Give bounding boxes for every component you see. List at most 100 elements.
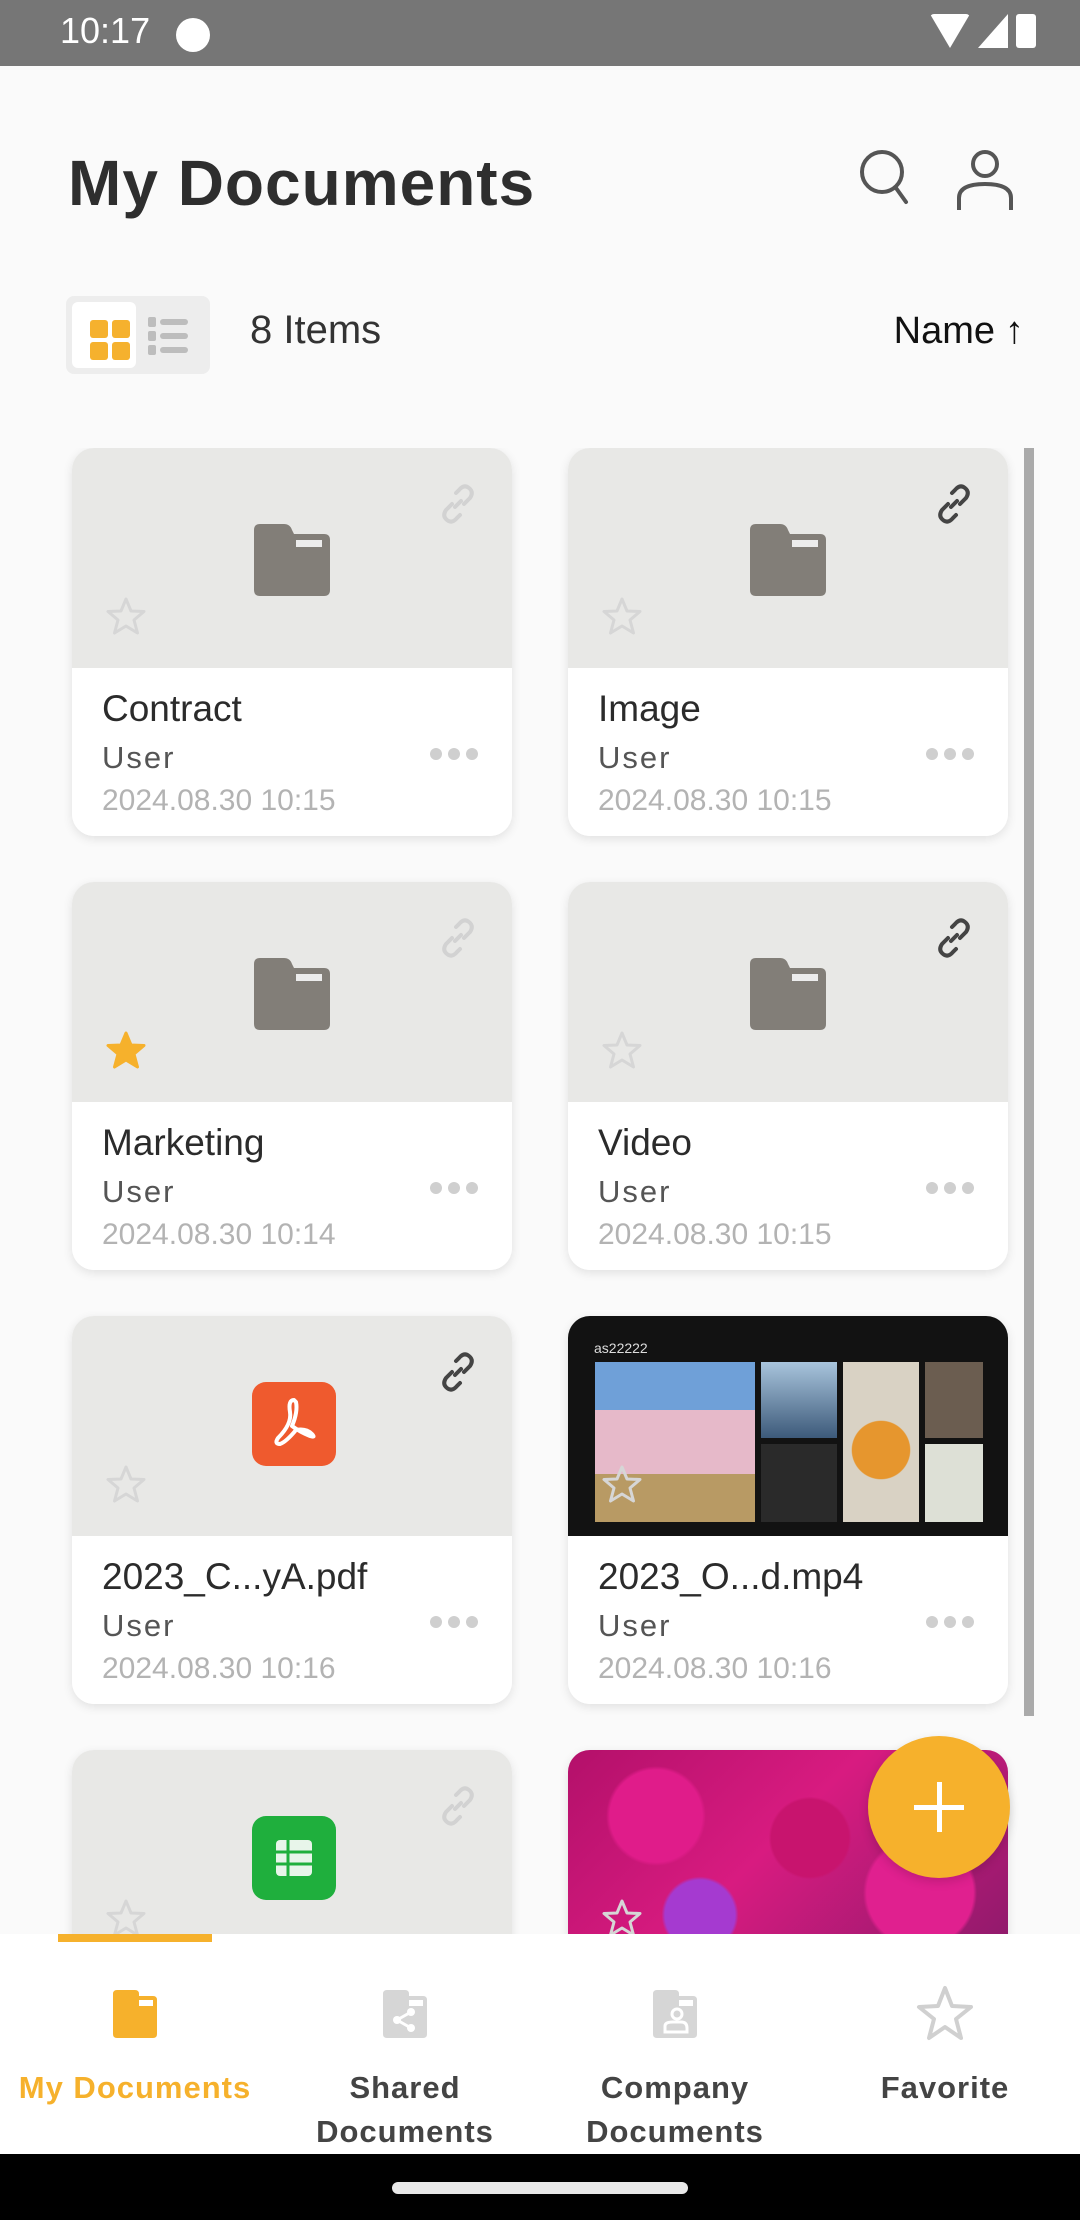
tab-label: My Documents <box>18 2070 252 2105</box>
card-thumbnail <box>72 1750 512 1934</box>
document-name: 2023_O...d.mp4 <box>598 1556 864 1597</box>
more-options-button[interactable] <box>926 1616 974 1628</box>
star-icon[interactable] <box>602 1898 642 1934</box>
notification-app-icon <box>176 18 210 52</box>
shared-folder-icon <box>383 1990 427 2038</box>
card-thumbnail <box>72 882 512 1102</box>
card-info: Image User 2024.08.30 10:15 <box>568 668 1008 836</box>
card-info: Video User 2024.08.30 10:15 <box>568 1102 1008 1270</box>
sort-direction-icon: ↑ <box>1005 310 1024 352</box>
document-card[interactable]: as22222 2023_O...d.mp4 User 2024.08.30 10:1… <box>568 1316 1008 1704</box>
page-title: My Documents <box>68 147 536 219</box>
more-icon <box>430 1182 442 1194</box>
grid-view-icon <box>90 320 130 360</box>
link-icon[interactable] <box>438 1352 478 1392</box>
card-info: Marketing User 2024.08.30 10:14 <box>72 1102 512 1270</box>
status-bar: 10:17 <box>0 0 1080 66</box>
more-icon <box>926 1616 938 1628</box>
document-date: 2024.08.30 10:16 <box>598 1652 832 1685</box>
tab-company-documents[interactable]: Company Documents <box>540 1934 810 2154</box>
view-mode-toggle <box>66 296 210 374</box>
document-date: 2024.08.30 10:16 <box>102 1652 336 1685</box>
profile-button[interactable] <box>955 148 1015 212</box>
card-thumbnail <box>568 882 1008 1102</box>
tab-favorite[interactable]: Favorite <box>810 1934 1080 2154</box>
star-icon[interactable] <box>602 596 642 636</box>
card-thumbnail <box>72 448 512 668</box>
folder-icon <box>750 524 826 596</box>
more-icon <box>430 1616 442 1628</box>
bottom-navigation: My Documents Shared Documents Company Do… <box>0 1934 1080 2154</box>
card-info: Contract User 2024.08.30 10:15 <box>72 668 512 836</box>
document-card[interactable]: Marketing User 2024.08.30 10:14 <box>72 882 512 1270</box>
more-icon <box>430 748 442 760</box>
card-info: 2023_O...d.mp4 User 2024.08.30 10:16 <box>568 1536 1008 1704</box>
spreadsheet-file-icon <box>252 1816 336 1900</box>
document-name: Contract <box>102 688 242 729</box>
add-button[interactable] <box>868 1736 1010 1878</box>
tab-my-documents[interactable]: My Documents <box>0 1934 270 2154</box>
tab-shared-documents[interactable]: Shared Documents <box>270 1934 540 2154</box>
status-icons <box>930 14 1036 48</box>
document-date: 2024.08.30 10:15 <box>598 784 832 817</box>
star-icon[interactable] <box>106 1898 146 1934</box>
document-date: 2024.08.30 10:15 <box>102 784 336 817</box>
star-filled-icon[interactable] <box>106 1030 146 1070</box>
user-icon <box>957 150 1013 210</box>
link-icon[interactable] <box>438 484 478 524</box>
star-icon[interactable] <box>602 1030 642 1070</box>
card-thumbnail <box>72 1316 512 1536</box>
document-card[interactable]: Contract User 2024.08.30 10:15 <box>72 448 512 836</box>
star-icon[interactable] <box>602 1464 642 1504</box>
document-owner: User <box>598 1608 672 1643</box>
tab-label: Shared Documents <box>316 2070 494 2149</box>
battery-icon <box>1016 14 1036 48</box>
grid-view-button[interactable] <box>72 302 136 368</box>
card-thumbnail: as22222 <box>568 1316 1008 1536</box>
document-card[interactable] <box>72 1750 512 1934</box>
document-name: Video <box>598 1122 692 1163</box>
link-icon[interactable] <box>934 918 974 958</box>
document-card[interactable]: 2023_C...yA.pdf User 2024.08.30 10:16 <box>72 1316 512 1704</box>
home-gesture-handle[interactable] <box>392 2182 688 2194</box>
sort-button[interactable]: Name ↑ <box>894 310 1024 353</box>
folder-icon <box>254 958 330 1030</box>
document-owner: User <box>102 1608 176 1643</box>
more-options-button[interactable] <box>926 1182 974 1194</box>
status-time: 10:17 <box>60 10 151 51</box>
link-icon[interactable] <box>438 1786 478 1826</box>
documents-grid: Contract User 2024.08.30 10:15 Image User 202… <box>0 448 1080 1934</box>
folder-icon <box>254 524 330 596</box>
star-icon[interactable] <box>106 1464 146 1504</box>
wifi-icon <box>930 14 970 48</box>
more-icon <box>926 748 938 760</box>
document-card[interactable]: Video User 2024.08.30 10:15 <box>568 882 1008 1270</box>
folder-icon <box>113 1990 157 2038</box>
star-icon[interactable] <box>106 596 146 636</box>
list-toolbar: 8 Items Name ↑ <box>0 296 1080 376</box>
pdf-file-icon <box>252 1382 336 1466</box>
document-name: Image <box>598 688 701 729</box>
system-navigation-bar <box>0 2154 1080 2220</box>
document-card[interactable]: Image User 2024.08.30 10:15 <box>568 448 1008 836</box>
more-icon <box>926 1182 938 1194</box>
document-owner: User <box>598 1174 672 1209</box>
star-icon <box>917 1986 973 2040</box>
link-icon[interactable] <box>934 484 974 524</box>
sort-label: Name <box>893 310 995 352</box>
link-icon[interactable] <box>438 918 478 958</box>
more-options-button[interactable] <box>430 748 478 760</box>
scrollbar[interactable] <box>1024 448 1034 1716</box>
document-name: Marketing <box>102 1122 265 1163</box>
list-view-button[interactable] <box>148 316 188 356</box>
more-options-button[interactable] <box>430 1616 478 1628</box>
document-date: 2024.08.30 10:14 <box>102 1218 336 1251</box>
more-options-button[interactable] <box>430 1182 478 1194</box>
list-view-icon <box>148 317 188 355</box>
more-options-button[interactable] <box>926 748 974 760</box>
document-owner: User <box>102 740 176 775</box>
document-date: 2024.08.30 10:15 <box>598 1218 832 1251</box>
document-owner: User <box>598 740 672 775</box>
search-button[interactable] <box>858 148 914 208</box>
tab-label: Favorite <box>880 2070 1010 2105</box>
